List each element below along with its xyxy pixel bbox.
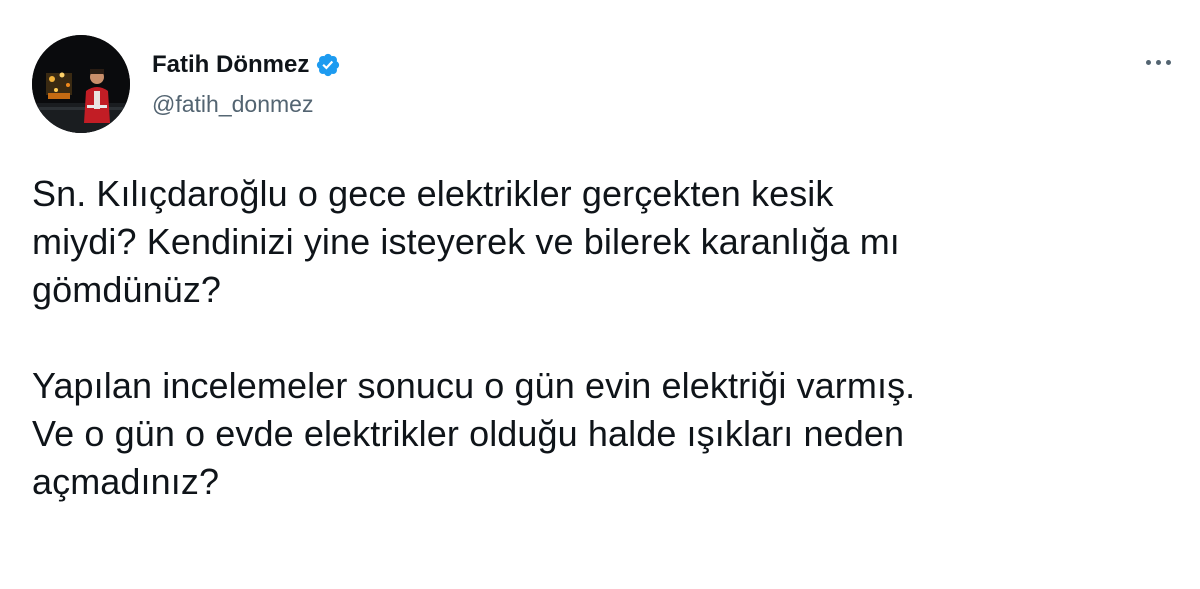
avatar-image bbox=[32, 35, 130, 133]
tweet-paragraph: Sn. Kılıçdaroğlu o gece elektrikler gerç… bbox=[32, 173, 900, 310]
more-dot bbox=[1145, 59, 1151, 65]
tweet-text: Sn. Kılıçdaroğlu o gece elektrikler gerç… bbox=[32, 170, 1172, 506]
verified-badge-icon bbox=[315, 52, 341, 78]
tweet-header: Fatih Dönmez @fatih_donmez bbox=[32, 34, 341, 134]
name-row: Fatih Dönmez bbox=[152, 50, 341, 80]
author-handle[interactable]: @fatih_donmez bbox=[152, 90, 341, 118]
tweet-card: Fatih Dönmez @fatih_donmez Sn. Kılıçdaro… bbox=[0, 0, 1200, 589]
more-dot bbox=[1155, 59, 1161, 65]
avatar[interactable] bbox=[32, 35, 130, 133]
tweet-paragraph: Yapılan incelemeler sonucu o gün evin el… bbox=[32, 365, 916, 502]
author-display-name[interactable]: Fatih Dönmez bbox=[152, 50, 309, 80]
more-options-icon[interactable] bbox=[1138, 44, 1178, 80]
author-names: Fatih Dönmez @fatih_donmez bbox=[152, 50, 341, 118]
more-dot bbox=[1165, 59, 1171, 65]
